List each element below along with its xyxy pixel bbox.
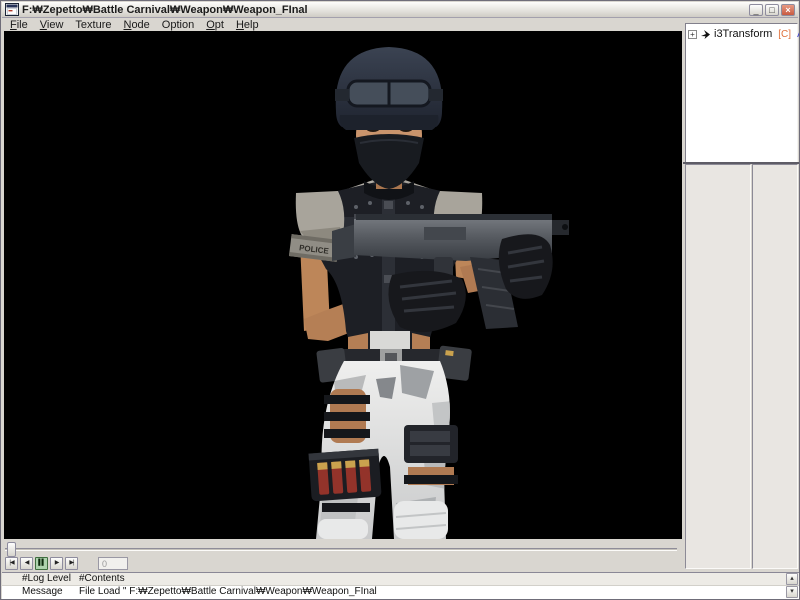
menu-item-view[interactable]: View (34, 19, 70, 31)
list-panel-right (752, 164, 798, 569)
timeline-thumb[interactable] (7, 542, 16, 557)
log-panel: #Log Level #Contents Message File Load "… (2, 572, 800, 599)
window-title: F:₩Zepetto₩Battle Carnival₩Weapon₩Weapon… (22, 4, 746, 16)
menu-item-help[interactable]: Help (230, 19, 265, 31)
log-row[interactable]: Message File Load " F:₩Zepetto₩Battle Ca… (2, 586, 800, 600)
menu-item-opt[interactable]: Opt (200, 19, 230, 31)
maximize-button[interactable]: □ (765, 4, 779, 16)
log-row-contents: File Load " F:₩Zepetto₩Battle Carnival₩W… (72, 586, 800, 600)
menu-bar: FileViewTextureNodeOptionOptHelp (4, 18, 682, 31)
character-model: POLICE (4, 31, 682, 539)
log-column-contents: #Contents (72, 573, 800, 585)
tree-node-tag: [C] (778, 29, 791, 40)
log-scroll-down-icon[interactable]: ▾ (786, 586, 798, 598)
first-frame-button[interactable]: |◀ (5, 557, 18, 570)
list-panel-left (685, 164, 751, 569)
menu-item-option[interactable]: Option (156, 19, 200, 31)
log-scroll-up-icon[interactable]: ▴ (786, 573, 798, 585)
timeline-track[interactable] (5, 548, 677, 551)
viewport-3d[interactable]: POLICE (4, 31, 682, 539)
log-column-level: #Log Level (2, 573, 72, 585)
log-header-row: #Log Level #Contents (2, 573, 800, 586)
timeline-bar: |◀ ◀ ▌▌ ▶ ▶| (2, 539, 682, 572)
menu-item-texture[interactable]: Texture (69, 19, 117, 31)
minimize-button[interactable]: _ (749, 4, 763, 16)
app-window: F:₩Zepetto₩Battle Carnival₩Weapon₩Weapon… (0, 0, 800, 600)
tree-node-i3transform[interactable]: + i3Transform [C] AxisRotate (688, 28, 795, 40)
menu-item-file[interactable]: File (4, 19, 34, 31)
tree-node-label: i3Transform (714, 28, 772, 40)
close-button[interactable]: × (781, 4, 795, 16)
frame-number-field[interactable] (98, 557, 128, 570)
title-bar[interactable]: F:₩Zepetto₩Battle Carnival₩Weapon₩Weapon… (2, 2, 798, 18)
menu-item-node[interactable]: Node (117, 19, 155, 31)
tree-expand-icon[interactable]: + (688, 30, 697, 39)
app-icon (5, 3, 19, 16)
scene-tree-panel: + i3Transform [C] AxisRotate (685, 23, 798, 163)
prev-frame-button[interactable]: ◀ (20, 557, 33, 570)
next-frame-button[interactable]: ▶ (50, 557, 63, 570)
log-row-level: Message (2, 586, 72, 600)
playback-controls: |◀ ◀ ▌▌ ▶ ▶| (5, 557, 128, 570)
transform-node-icon (700, 29, 711, 40)
pause-button[interactable]: ▌▌ (35, 557, 48, 570)
last-frame-button[interactable]: ▶| (65, 557, 78, 570)
